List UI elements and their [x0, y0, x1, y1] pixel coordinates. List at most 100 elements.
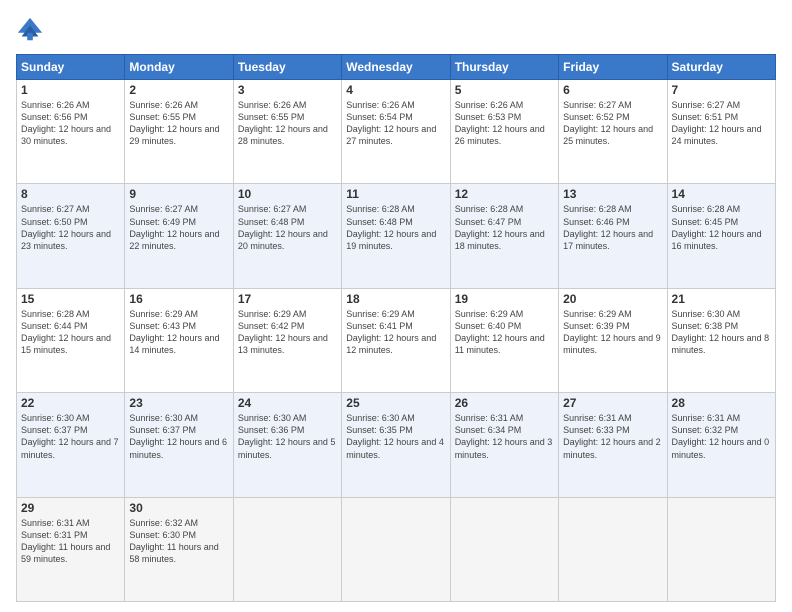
day-number: 24 — [238, 396, 337, 410]
sunrise-text: Sunrise: 6:28 AM — [21, 309, 90, 319]
day-number: 19 — [455, 292, 554, 306]
calendar-cell: 8 Sunrise: 6:27 AM Sunset: 6:50 PM Dayli… — [17, 184, 125, 288]
day-number: 16 — [129, 292, 228, 306]
calendar-cell: 27 Sunrise: 6:31 AM Sunset: 6:33 PM Dayl… — [559, 393, 667, 497]
daylight-text: Daylight: 12 hours and 2 minutes. — [563, 437, 661, 459]
sunset-text: Sunset: 6:37 PM — [21, 425, 88, 435]
day-number: 5 — [455, 83, 554, 97]
cell-details: Sunrise: 6:27 AM Sunset: 6:48 PM Dayligh… — [238, 203, 337, 252]
sunset-text: Sunset: 6:46 PM — [563, 217, 630, 227]
day-number: 23 — [129, 396, 228, 410]
cell-details: Sunrise: 6:31 AM Sunset: 6:31 PM Dayligh… — [21, 517, 120, 566]
cell-details: Sunrise: 6:26 AM Sunset: 6:55 PM Dayligh… — [129, 99, 228, 148]
sunrise-text: Sunrise: 6:27 AM — [563, 100, 632, 110]
day-number: 30 — [129, 501, 228, 515]
day-number: 4 — [346, 83, 445, 97]
sunset-text: Sunset: 6:44 PM — [21, 321, 88, 331]
daylight-text: Daylight: 12 hours and 26 minutes. — [455, 124, 545, 146]
calendar-cell: 20 Sunrise: 6:29 AM Sunset: 6:39 PM Dayl… — [559, 288, 667, 392]
day-number: 1 — [21, 83, 120, 97]
day-number: 22 — [21, 396, 120, 410]
cell-details: Sunrise: 6:31 AM Sunset: 6:34 PM Dayligh… — [455, 412, 554, 461]
day-number: 21 — [672, 292, 771, 306]
calendar-cell: 19 Sunrise: 6:29 AM Sunset: 6:40 PM Dayl… — [450, 288, 558, 392]
day-number: 10 — [238, 187, 337, 201]
sunset-text: Sunset: 6:37 PM — [129, 425, 196, 435]
calendar-cell: 12 Sunrise: 6:28 AM Sunset: 6:47 PM Dayl… — [450, 184, 558, 288]
calendar-cell: 13 Sunrise: 6:28 AM Sunset: 6:46 PM Dayl… — [559, 184, 667, 288]
cell-details: Sunrise: 6:27 AM Sunset: 6:51 PM Dayligh… — [672, 99, 771, 148]
sunset-text: Sunset: 6:41 PM — [346, 321, 413, 331]
calendar-week-row: 22 Sunrise: 6:30 AM Sunset: 6:37 PM Dayl… — [17, 393, 776, 497]
calendar-cell: 9 Sunrise: 6:27 AM Sunset: 6:49 PM Dayli… — [125, 184, 233, 288]
sunset-text: Sunset: 6:38 PM — [672, 321, 739, 331]
calendar-cell: 1 Sunrise: 6:26 AM Sunset: 6:56 PM Dayli… — [17, 80, 125, 184]
daylight-text: Daylight: 12 hours and 24 minutes. — [672, 124, 762, 146]
calendar-cell: 3 Sunrise: 6:26 AM Sunset: 6:55 PM Dayli… — [233, 80, 341, 184]
calendar-cell: 5 Sunrise: 6:26 AM Sunset: 6:53 PM Dayli… — [450, 80, 558, 184]
sunset-text: Sunset: 6:53 PM — [455, 112, 522, 122]
cell-details: Sunrise: 6:32 AM Sunset: 6:30 PM Dayligh… — [129, 517, 228, 566]
cell-details: Sunrise: 6:28 AM Sunset: 6:46 PM Dayligh… — [563, 203, 662, 252]
sunrise-text: Sunrise: 6:30 AM — [346, 413, 415, 423]
sunset-text: Sunset: 6:34 PM — [455, 425, 522, 435]
sunrise-text: Sunrise: 6:30 AM — [129, 413, 198, 423]
day-number: 27 — [563, 396, 662, 410]
day-number: 29 — [21, 501, 120, 515]
sunset-text: Sunset: 6:30 PM — [129, 530, 196, 540]
sunset-text: Sunset: 6:49 PM — [129, 217, 196, 227]
cell-details: Sunrise: 6:30 AM Sunset: 6:37 PM Dayligh… — [129, 412, 228, 461]
sunset-text: Sunset: 6:48 PM — [346, 217, 413, 227]
day-number: 3 — [238, 83, 337, 97]
cell-details: Sunrise: 6:30 AM Sunset: 6:38 PM Dayligh… — [672, 308, 771, 357]
day-number: 15 — [21, 292, 120, 306]
sunset-text: Sunset: 6:55 PM — [129, 112, 196, 122]
calendar-cell: 11 Sunrise: 6:28 AM Sunset: 6:48 PM Dayl… — [342, 184, 450, 288]
sunset-text: Sunset: 6:40 PM — [455, 321, 522, 331]
cell-details: Sunrise: 6:31 AM Sunset: 6:33 PM Dayligh… — [563, 412, 662, 461]
calendar-cell: 6 Sunrise: 6:27 AM Sunset: 6:52 PM Dayli… — [559, 80, 667, 184]
sunrise-text: Sunrise: 6:30 AM — [21, 413, 90, 423]
cell-details: Sunrise: 6:29 AM Sunset: 6:42 PM Dayligh… — [238, 308, 337, 357]
daylight-text: Daylight: 12 hours and 5 minutes. — [238, 437, 336, 459]
sunset-text: Sunset: 6:50 PM — [21, 217, 88, 227]
calendar-cell — [450, 497, 558, 601]
daylight-text: Daylight: 12 hours and 22 minutes. — [129, 229, 219, 251]
daylight-text: Daylight: 12 hours and 27 minutes. — [346, 124, 436, 146]
weekday-header: Monday — [125, 55, 233, 80]
calendar-cell: 26 Sunrise: 6:31 AM Sunset: 6:34 PM Dayl… — [450, 393, 558, 497]
day-number: 17 — [238, 292, 337, 306]
day-number: 8 — [21, 187, 120, 201]
cell-details: Sunrise: 6:28 AM Sunset: 6:44 PM Dayligh… — [21, 308, 120, 357]
day-number: 14 — [672, 187, 771, 201]
daylight-text: Daylight: 12 hours and 9 minutes. — [563, 333, 661, 355]
sunset-text: Sunset: 6:31 PM — [21, 530, 88, 540]
day-number: 12 — [455, 187, 554, 201]
calendar-week-row: 1 Sunrise: 6:26 AM Sunset: 6:56 PM Dayli… — [17, 80, 776, 184]
sunrise-text: Sunrise: 6:26 AM — [129, 100, 198, 110]
logo — [16, 16, 48, 44]
sunset-text: Sunset: 6:55 PM — [238, 112, 305, 122]
sunrise-text: Sunrise: 6:28 AM — [563, 204, 632, 214]
calendar-cell: 15 Sunrise: 6:28 AM Sunset: 6:44 PM Dayl… — [17, 288, 125, 392]
day-number: 11 — [346, 187, 445, 201]
calendar-cell: 14 Sunrise: 6:28 AM Sunset: 6:45 PM Dayl… — [667, 184, 775, 288]
daylight-text: Daylight: 12 hours and 29 minutes. — [129, 124, 219, 146]
sunrise-text: Sunrise: 6:29 AM — [563, 309, 632, 319]
day-number: 26 — [455, 396, 554, 410]
sunset-text: Sunset: 6:32 PM — [672, 425, 739, 435]
calendar-cell: 18 Sunrise: 6:29 AM Sunset: 6:41 PM Dayl… — [342, 288, 450, 392]
daylight-text: Daylight: 12 hours and 20 minutes. — [238, 229, 328, 251]
calendar-cell — [233, 497, 341, 601]
sunrise-text: Sunrise: 6:28 AM — [672, 204, 741, 214]
cell-details: Sunrise: 6:29 AM Sunset: 6:43 PM Dayligh… — [129, 308, 228, 357]
sunrise-text: Sunrise: 6:28 AM — [455, 204, 524, 214]
sunset-text: Sunset: 6:47 PM — [455, 217, 522, 227]
cell-details: Sunrise: 6:26 AM Sunset: 6:56 PM Dayligh… — [21, 99, 120, 148]
cell-details: Sunrise: 6:29 AM Sunset: 6:40 PM Dayligh… — [455, 308, 554, 357]
sunset-text: Sunset: 6:39 PM — [563, 321, 630, 331]
page: SundayMondayTuesdayWednesdayThursdayFrid… — [0, 0, 792, 612]
calendar-cell: 30 Sunrise: 6:32 AM Sunset: 6:30 PM Dayl… — [125, 497, 233, 601]
sunrise-text: Sunrise: 6:31 AM — [455, 413, 524, 423]
calendar-cell — [342, 497, 450, 601]
